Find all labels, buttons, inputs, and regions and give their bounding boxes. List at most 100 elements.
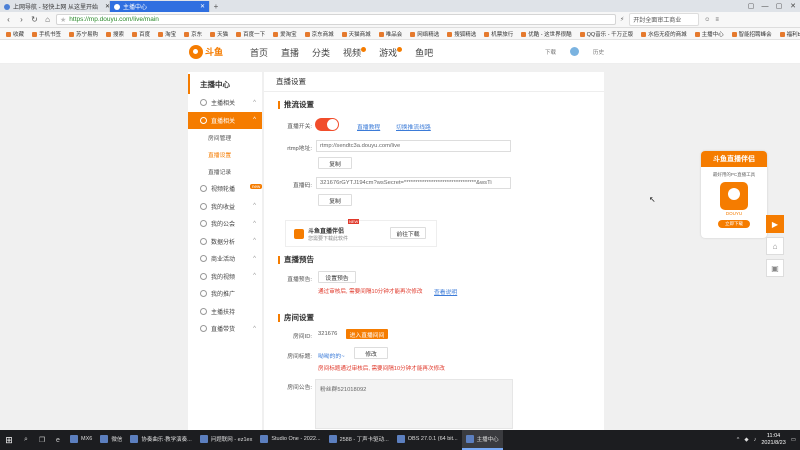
bookmark-item[interactable]: 爱淘宝 — [273, 30, 297, 38]
bookmark-item[interactable]: 百度 — [132, 30, 150, 38]
new-tab-button[interactable]: + — [210, 1, 222, 12]
back-icon[interactable]: ‹ — [4, 15, 13, 24]
nav-video[interactable]: 视频 — [343, 46, 367, 59]
bookmark-star-icon[interactable]: ★ — [60, 16, 66, 24]
windows-start-icon[interactable]: ⊞ — [0, 430, 18, 450]
lightning-icon[interactable]: ⚡ — [620, 16, 624, 23]
rtmp-field[interactable]: rtmp://sendtc3a.douyu.com/live — [316, 140, 511, 152]
ad-download-button[interactable]: 立即下载 — [718, 220, 750, 228]
extension-icon[interactable]: ☺ — [704, 17, 710, 23]
taskbar-app[interactable]: MX6 — [66, 430, 96, 450]
copy-rtmp-button[interactable]: 复制 — [318, 157, 352, 169]
notification-icon[interactable]: ▭ — [791, 437, 796, 443]
stream-code-field[interactable]: 321676rGYTJ194cm?wsSecret=**************… — [316, 177, 511, 189]
sidebar-item-video-carousel[interactable]: 视频轮播 new — [188, 180, 263, 198]
enter-room-button[interactable]: 进入直播间间 — [346, 329, 388, 339]
taskbar-app[interactable]: 2588 - 丁声卡驱动... — [325, 430, 393, 450]
close-tab-icon[interactable]: ✕ — [200, 3, 205, 10]
taskbar-app[interactable]: 主播中心 — [461, 430, 503, 450]
play-icon[interactable]: ▶ — [766, 215, 784, 233]
nav-home[interactable]: 首页 — [250, 46, 268, 59]
sidebar-item-income[interactable]: 我的收益 ^ — [188, 198, 262, 216]
browser-tab[interactable]: 上网导航 - 轻快上网 从这里开始 ✕ — [0, 1, 110, 12]
side-tools: ▶ ⌂ ▣ — [766, 215, 784, 277]
view-instructions-link[interactable]: 查看说明 — [434, 287, 457, 296]
bookmark-item[interactable]: 百度一下 — [236, 30, 265, 38]
sidebar-sub-room-manage[interactable]: 房间管理 — [188, 129, 262, 146]
network-icon[interactable]: ◆ — [744, 437, 748, 443]
bookmark-item[interactable]: 机票旅行 — [484, 30, 513, 38]
taskbar-app[interactable]: 问题联网 - ez1ex — [196, 430, 257, 450]
browser-tab-active[interactable]: 主播中心 ✕ — [110, 1, 210, 12]
douyu-logo[interactable]: 斗鱼 — [189, 43, 227, 60]
sidebar-item-anchor[interactable]: 主播相关 ^ — [188, 94, 262, 112]
task-view-icon[interactable]: ❐ — [34, 430, 50, 450]
history-link[interactable]: 历史 — [593, 48, 604, 56]
bookmark-item[interactable]: 天猫商城 — [342, 30, 371, 38]
bookmark-item[interactable]: 天猫 — [210, 30, 228, 38]
sidebar-item-data[interactable]: 数据分析 ^ — [188, 233, 262, 251]
bookmark-item[interactable]: 淘宝 — [158, 30, 176, 38]
home-icon[interactable]: ⌂ — [43, 15, 52, 24]
sidebar-item-live[interactable]: 直播相关 ^ — [188, 111, 262, 129]
bookmark-item[interactable]: 主播中心 — [695, 30, 724, 38]
nav-live[interactable]: 直播 — [281, 46, 299, 59]
bookmark-item[interactable]: 京东 — [184, 30, 202, 38]
restore-icon[interactable]: ▢ — [744, 0, 758, 12]
nav-fishbar[interactable]: 鱼吧 — [415, 46, 433, 59]
minimize-icon[interactable]: — — [758, 0, 772, 12]
bookmark-item[interactable]: 搜索 — [106, 30, 124, 38]
url-input[interactable]: ★ https://mp.douyu.com/live/main — [56, 14, 616, 25]
taskbar-app[interactable]: OBS 27.0.1 (64 bit... — [393, 430, 462, 450]
clock[interactable]: 11:04 2021/8/23 — [761, 433, 785, 447]
browser-search-input[interactable]: 开封全面审工商业 — [629, 13, 700, 26]
bookmark-item[interactable]: 唯品会 — [379, 30, 403, 38]
go-download-button[interactable]: 前往下载 — [390, 227, 426, 239]
home-tool-icon[interactable]: ⌂ — [766, 237, 784, 255]
bookmark-item[interactable]: 水俗无疫的商城 — [641, 30, 687, 38]
nav-game[interactable]: 游戏 — [379, 46, 403, 59]
taskbar-app[interactable]: Studio One - 2022... — [256, 430, 324, 450]
sidebar-sub-live-records[interactable]: 直播记录 — [188, 163, 262, 180]
sidebar-sub-live-settings[interactable]: 直播设置 — [188, 146, 262, 163]
companion-ad[interactable]: 斗鱼直播伴侣 最好用的PC直播工具 DOUYU 立即下载 — [701, 151, 767, 238]
bookmark-item[interactable]: QQ音乐 - 千万正版 — [580, 30, 633, 38]
bookmark-item[interactable]: 搜狐精选 — [447, 30, 476, 38]
maximize-icon[interactable]: ▢ — [772, 0, 786, 12]
set-notice-button[interactable]: 设置预告 — [318, 271, 356, 283]
announce-textarea[interactable]: 粉丝群521018092 — [315, 379, 513, 429]
sidebar-item-guild[interactable]: 我的公会 ^ — [188, 215, 262, 233]
sidebar-item-commerce[interactable]: 直播带货 ^ — [188, 320, 262, 338]
menu-icon[interactable]: ≡ — [715, 17, 719, 23]
bookmark-item[interactable]: 京东商城 — [305, 30, 334, 38]
nav-category[interactable]: 分类 — [312, 46, 330, 59]
refresh-icon[interactable]: ↻ — [30, 15, 39, 24]
volume-icon[interactable]: ♪ — [754, 437, 757, 443]
switch-line-link[interactable]: 切换推流线路 — [396, 122, 431, 131]
live-tutorial-link[interactable]: 直播教程 — [357, 122, 380, 131]
sidebar-item-my-videos[interactable]: 我的视频 ^ — [188, 268, 262, 286]
bookmark-item[interactable]: 智能招聘峰会 — [732, 30, 772, 38]
sidebar-item-business[interactable]: 商业活动 ^ — [188, 250, 262, 268]
taskbar-app[interactable]: 微信 — [96, 430, 126, 450]
search-icon[interactable]: ⌕ — [18, 430, 34, 450]
sidebar-item-support[interactable]: 主播扶持 — [188, 303, 262, 321]
bookmark-item[interactable]: 网络精选 — [410, 30, 439, 38]
app-tool-icon[interactable]: ▣ — [766, 259, 784, 277]
live-switch-toggle[interactable] — [315, 118, 339, 131]
bookmark-item[interactable]: 苏宁易购 — [69, 30, 98, 38]
bookmark-item[interactable]: 手机书签 — [32, 30, 61, 38]
copy-code-button[interactable]: 复制 — [318, 194, 352, 206]
avatar[interactable] — [570, 47, 580, 56]
edit-title-button[interactable]: 修改 — [354, 347, 388, 359]
sidebar-item-promotion[interactable]: 我的推广 — [188, 285, 262, 303]
bookmark-item[interactable]: 优酷 - 这世界很酷 — [521, 30, 571, 38]
close-window-icon[interactable]: ✕ — [786, 0, 800, 12]
bookmark-item[interactable]: 收藏 — [6, 30, 24, 38]
taskbar-app[interactable]: 协奏曲乐·教学演奏... — [126, 430, 195, 450]
tray-arrow-icon[interactable]: ^ — [737, 437, 740, 443]
edge-icon[interactable]: e — [50, 430, 66, 450]
forward-icon[interactable]: › — [17, 15, 26, 24]
bookmark-item[interactable]: 福利boss招聘 — [780, 30, 800, 38]
download-link[interactable]: 下载 — [545, 48, 556, 56]
